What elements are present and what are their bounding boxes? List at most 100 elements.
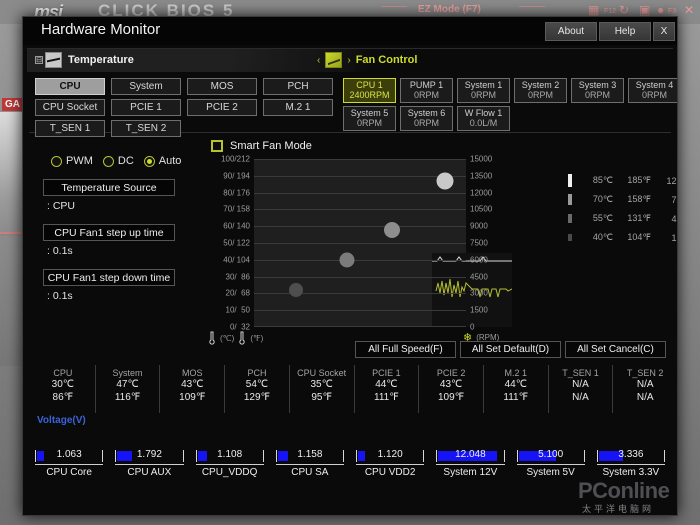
fan-value: 0RPM — [471, 91, 496, 100]
legend-v-value: 7.56V — [651, 195, 678, 205]
y-tick-right: 7500 — [470, 239, 488, 248]
sensor-celsius: N/A — [613, 379, 677, 392]
fan-curve-chart: 100/21290/ 19480/ 17670/ 15860/ 14050/ 1… — [208, 159, 553, 349]
temperature-source-value: : CPU — [47, 200, 193, 212]
close-bios-icon[interactable]: ✕ — [684, 3, 694, 17]
temp-button-cpu[interactable]: CPU — [35, 78, 105, 95]
fan-button-system-5[interactable]: System 5 0RPM — [343, 106, 396, 131]
smart-fan-mode-toggle[interactable]: Smart Fan Mode — [211, 140, 312, 152]
sensor-cell: System47℃116℉ — [96, 365, 161, 413]
image-icon[interactable]: ▣ — [639, 3, 650, 17]
sensor-name: CPU — [31, 368, 95, 379]
all-set-default-button[interactable]: All Set Default(D) — [460, 341, 561, 358]
voltage-baseline — [196, 464, 264, 465]
legend-row: 85℃185℉12.00V — [568, 171, 678, 190]
voltage-value: 3.336 — [591, 449, 671, 460]
legend-bar-icon — [568, 214, 572, 223]
curve-point-point-4[interactable] — [436, 172, 453, 189]
sensor-celsius: 54℃ — [225, 379, 289, 392]
section-fan-control[interactable]: ‹ › Fan Control — [317, 52, 417, 68]
step-down-time-button[interactable]: CPU Fan1 step down time — [43, 269, 175, 286]
section-temperature[interactable]: ⊟ Temperature — [35, 52, 134, 68]
legend-c-value: 70℃ — [581, 194, 613, 205]
fan-button-system-1[interactable]: System 1 0RPM — [457, 78, 510, 103]
voltage-baseline — [356, 464, 424, 465]
radio-icon — [51, 156, 62, 167]
temp-button-m2-1[interactable]: M.2 1 — [263, 99, 333, 116]
fan-value: 0RPM — [528, 91, 553, 100]
close-button[interactable]: X — [653, 22, 675, 41]
temp-button-system[interactable]: System — [111, 78, 181, 95]
fan-button-w-flow-1[interactable]: W Flow 1 0.0L/M — [457, 106, 510, 131]
legend-row: 40℃104℉1.56V — [568, 228, 678, 247]
fan-button-system-4[interactable]: System 4 0RPM — [628, 78, 678, 103]
ez-mode-button[interactable]: EZ Mode (F7) — [418, 4, 481, 15]
favorite-icon[interactable]: ● — [657, 3, 664, 17]
gridline — [254, 326, 466, 327]
fan-button-system-2[interactable]: System 2 0RPM — [514, 78, 567, 103]
step-up-time-button[interactable]: CPU Fan1 step up time — [43, 224, 175, 241]
expand-icon[interactable]: ⊟ — [35, 56, 43, 64]
voltage-label: System 3.3V — [591, 467, 671, 478]
fan-value: 2400RPM — [349, 91, 389, 100]
sensor-name: PCIE 2 — [419, 368, 483, 379]
help-button[interactable]: Help — [599, 22, 651, 41]
sensor-name: MOS — [160, 368, 224, 379]
chevron-right-icon[interactable]: › — [347, 55, 350, 66]
fan-button-pump-1[interactable]: PUMP 1 0RPM — [400, 78, 453, 103]
voltage-value: 1.120 — [350, 449, 430, 460]
y-tick-right: 1500 — [470, 306, 488, 315]
fan-value: 0.0L/M — [470, 119, 498, 128]
y-tick-right: 15000 — [470, 155, 492, 164]
temperature-source-button[interactable]: Temperature Source — [43, 179, 175, 196]
voltage-label: CPU SA — [270, 467, 350, 478]
fan-button-cpu-1[interactable]: CPU 1 2400RPM — [343, 78, 396, 103]
screenshot-icon[interactable]: ▦ — [588, 3, 599, 17]
y-tick-right: 12000 — [470, 188, 492, 197]
refresh-icon[interactable]: ↻ — [619, 3, 629, 17]
legend-row: 55℃131℉4.56V — [568, 209, 678, 228]
fan-button-system-6[interactable]: System 6 0RPM — [400, 106, 453, 131]
gridline — [254, 243, 466, 244]
curve-point-point-2[interactable] — [340, 252, 355, 267]
curve-point-point-1[interactable] — [289, 283, 303, 297]
curve-point-point-3[interactable] — [384, 222, 400, 238]
radio-pwm[interactable]: PWM — [51, 155, 93, 167]
fahrenheit-unit-label: (℉) — [250, 334, 263, 343]
dialog-titlebar: Hardware Monitor About Help X — [23, 17, 677, 45]
radio-dc[interactable]: DC — [103, 155, 134, 167]
sensor-fahrenheit: 109℉ — [160, 392, 224, 405]
gridline — [254, 293, 466, 294]
voltage-value: 1.108 — [190, 449, 270, 460]
sensor-celsius: 30℃ — [31, 379, 95, 392]
voltage-cell: 5.100System 5V — [511, 438, 591, 496]
y-tick-left: 10/ 50 — [226, 306, 250, 315]
chevron-left-icon[interactable]: ‹ — [317, 55, 320, 66]
voltage-baseline — [35, 464, 103, 465]
background-badge: GA — [2, 98, 23, 111]
all-full-speed-button[interactable]: All Full Speed(F) — [355, 341, 456, 358]
all-set-cancel-button[interactable]: All Set Cancel(C) — [565, 341, 666, 358]
celsius-unit-label: (℃) — [220, 334, 234, 343]
legend-c-value: 85℃ — [581, 175, 613, 186]
left-axis-units: (℃) (℉) — [208, 331, 263, 345]
about-button[interactable]: About — [545, 22, 597, 41]
section-temperature-label: Temperature — [68, 54, 134, 66]
legend-f-value: 104℉ — [613, 232, 651, 243]
voltage-label: CPU VDD2 — [350, 467, 430, 478]
voltage-label: CPU Core — [29, 467, 109, 478]
selector-area: CPU System MOS PCH CPU Socket PCIE 1 PCI… — [23, 72, 677, 132]
temp-button-cpu-socket[interactable]: CPU Socket — [35, 99, 105, 116]
sensor-celsius: 43℃ — [419, 379, 483, 392]
temp-button-pch[interactable]: PCH — [263, 78, 333, 95]
legend-f-value: 185℉ — [613, 175, 651, 186]
sensor-cell: PCH54℃129℉ — [225, 365, 290, 413]
chart-plot-area[interactable] — [254, 159, 466, 327]
temp-button-mos[interactable]: MOS — [187, 78, 257, 95]
temp-button-pcie-2[interactable]: PCIE 2 — [187, 99, 257, 116]
fan-button-system-3[interactable]: System 3 0RPM — [571, 78, 624, 103]
temp-button-pcie-1[interactable]: PCIE 1 — [111, 99, 181, 116]
voltage-cell: 1.792CPU AUX — [109, 438, 189, 496]
temperature-graph-icon — [45, 52, 62, 68]
radio-auto[interactable]: Auto — [144, 155, 182, 167]
